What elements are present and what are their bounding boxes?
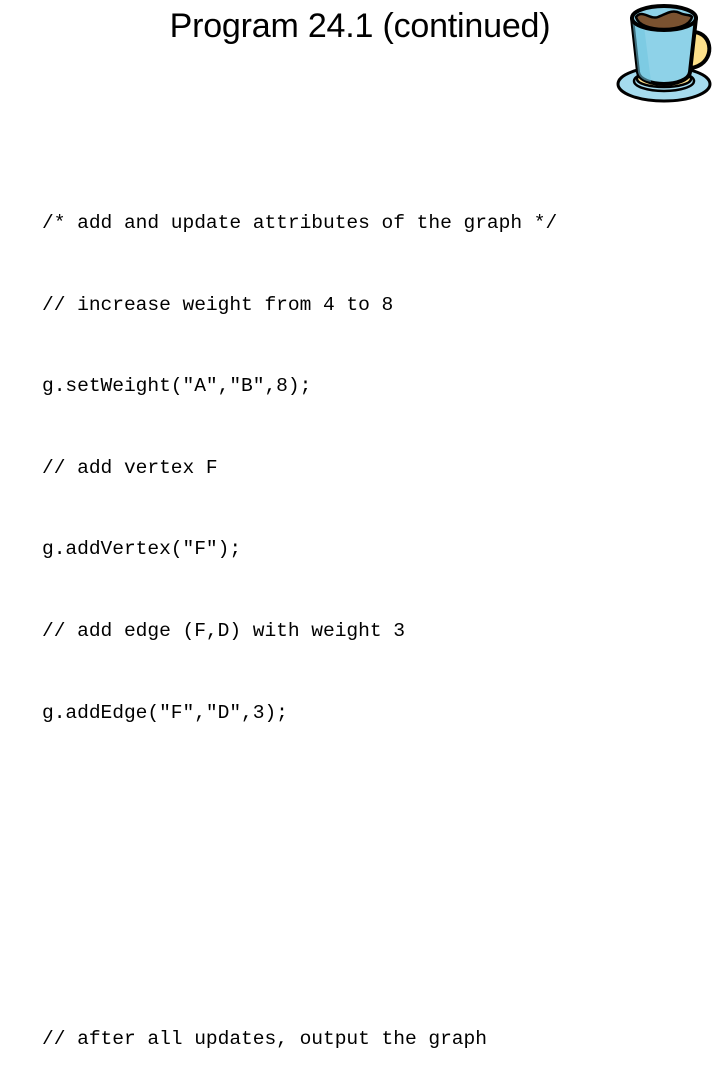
code-block-output: // after all updates, output the graph /… (42, 972, 718, 1080)
code-block-updates: /* add and update attributes of the grap… (42, 156, 718, 782)
code-line: /* add and update attributes of the grap… (42, 212, 558, 235)
slide-canvas: Program 24.1 (continued) /* add and upda… (0, 0, 720, 1050)
code-line: g.addEdge("F","D",3); (42, 701, 288, 724)
code-line: // increase weight from 4 to 8 (42, 293, 394, 316)
code-line: // after all updates, output the graph (42, 1027, 487, 1050)
code-line: // add edge (F,D) with weight 3 (42, 619, 405, 642)
code-listing: /* add and update attributes of the grap… (42, 74, 718, 1080)
code-line: // add vertex F (42, 456, 218, 479)
code-block-separator (42, 863, 718, 890)
code-line: g.addVertex("F"); (42, 538, 242, 561)
code-line: g.setWeight("A","B",8); (42, 375, 312, 398)
